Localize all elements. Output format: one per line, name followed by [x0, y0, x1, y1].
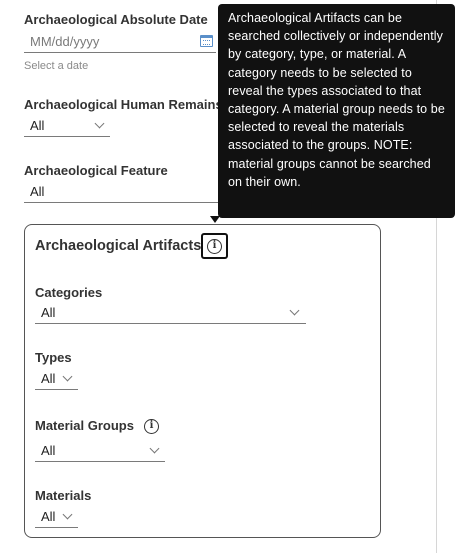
chevron-down-icon — [62, 509, 73, 520]
artifacts-title: Archaeological Artifacts — [35, 238, 202, 254]
human-remains-value: All — [30, 118, 45, 133]
human-remains-label: Archaeological Human Remains — [24, 97, 223, 112]
categories-label: Categories — [35, 285, 103, 300]
chevron-down-icon — [289, 305, 300, 316]
types-value: All — [41, 371, 56, 386]
types-label: Types — [35, 350, 72, 365]
absolute-date-input[interactable]: MM/dd/yyyy — [24, 32, 216, 53]
materials-select[interactable]: All — [35, 507, 78, 528]
types-select[interactable]: All — [35, 369, 78, 390]
chevron-down-icon — [94, 118, 105, 129]
tooltip-arrow — [210, 216, 220, 223]
search-filters-panel: Archaeological Absolute Date MM/dd/yyyy … — [0, 0, 462, 553]
feature-label: Archaeological Feature — [24, 163, 168, 178]
absolute-date-helper: Select a date — [24, 60, 89, 72]
categories-value: All — [41, 305, 56, 320]
absolute-date-placeholder: MM/dd/yyyy — [30, 34, 100, 49]
chevron-down-icon — [62, 371, 73, 382]
categories-select[interactable]: All — [35, 303, 306, 324]
human-remains-select[interactable]: All — [24, 116, 110, 137]
info-icon: i — [207, 239, 222, 254]
material-groups-value: All — [41, 443, 56, 458]
chevron-down-icon — [149, 443, 160, 454]
material-groups-label: Material Groups — [35, 418, 134, 433]
materials-label: Materials — [35, 488, 92, 503]
feature-value: All — [30, 184, 45, 199]
info-icon[interactable]: i — [144, 419, 159, 434]
absolute-date-label: Archaeological Absolute Date — [24, 12, 208, 27]
artifacts-tooltip: Archaeological Artifacts can be searched… — [218, 4, 455, 218]
feature-select[interactable]: All — [24, 182, 220, 203]
calendar-icon[interactable] — [200, 35, 213, 47]
materials-value: All — [41, 509, 56, 524]
material-groups-select[interactable]: All — [35, 441, 165, 462]
